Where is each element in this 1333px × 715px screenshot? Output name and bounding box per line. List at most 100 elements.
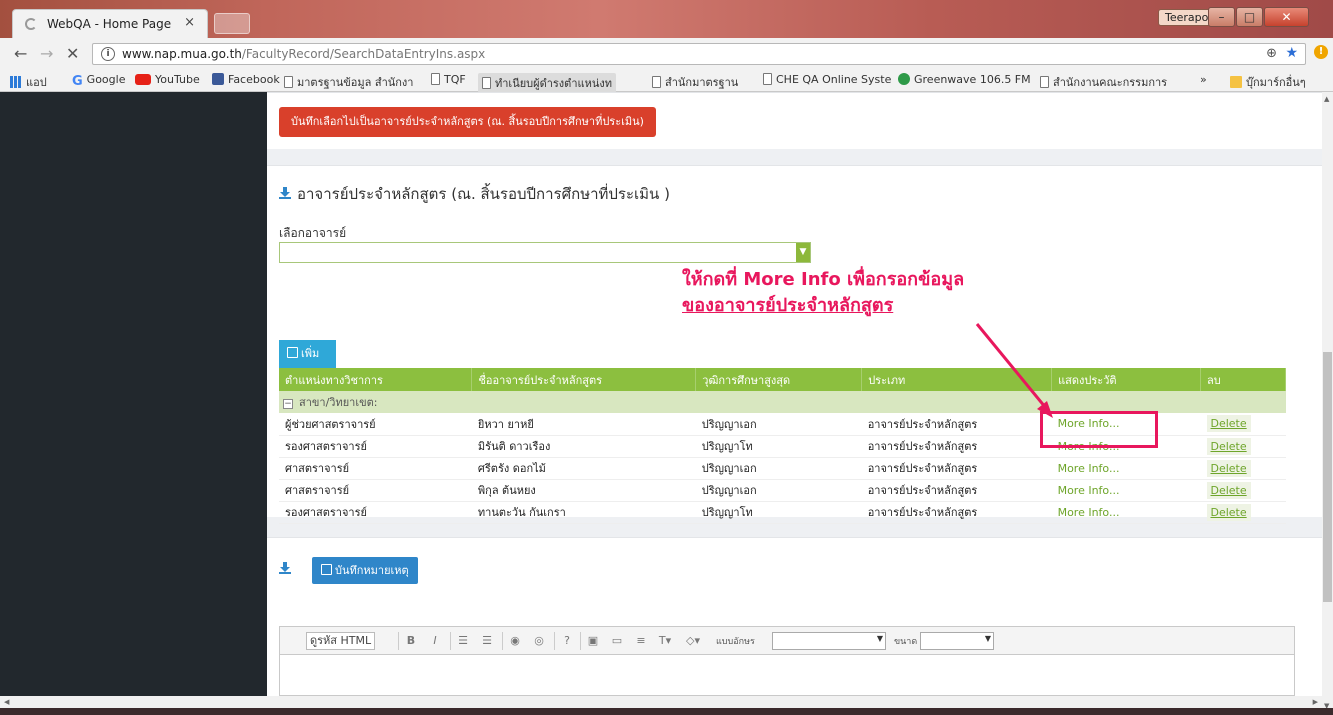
toolbar-separator xyxy=(580,632,581,650)
font-label: แบบอักษร xyxy=(716,637,755,647)
page-icon xyxy=(431,73,440,85)
text-color-icon[interactable]: T▾ xyxy=(656,632,674,650)
bookmark-facebook[interactable]: Facebook xyxy=(212,73,280,86)
bookmark-google[interactable]: G Google xyxy=(72,73,125,89)
scroll-thumb[interactable] xyxy=(1323,352,1332,602)
cell-name: พิกุล ต้นหยง xyxy=(471,479,696,502)
column-header[interactable]: ตำแหน่งทางวิชาการ xyxy=(279,368,473,391)
column-header[interactable]: วุฒิการศึกษาสูงสุด xyxy=(695,368,863,391)
scroll-up-icon[interactable]: ▲ xyxy=(1324,95,1329,103)
group-row: − สาขา/วิทยาเขต: xyxy=(279,391,1286,413)
back-button[interactable]: ← xyxy=(14,44,27,63)
group-label: สาขา/วิทยาเขต: xyxy=(299,396,378,409)
more-info-link[interactable]: More Info... xyxy=(1058,484,1120,497)
window-close-button[interactable]: ✕ xyxy=(1264,7,1309,27)
forward-button[interactable]: → xyxy=(40,44,53,63)
faculty-section-title: อาจารย์ประจำหลักสูตร (ณ. สิ้นรอบปีการศึก… xyxy=(279,182,670,206)
chevron-down-icon[interactable]: ▼ xyxy=(796,243,810,262)
bookmark-standards-office[interactable]: สำนักมาตรฐาน xyxy=(652,73,738,91)
bookmark-tqf[interactable]: TQF xyxy=(431,73,466,86)
size-select[interactable]: ▼ xyxy=(920,632,994,650)
scroll-left-icon[interactable]: ◀ xyxy=(4,698,9,706)
address-bar[interactable]: i www.nap.mua.go.th/FacultyRecord/Search… xyxy=(92,43,1306,65)
chevron-right-icon[interactable]: » xyxy=(1200,73,1207,86)
delete-link[interactable]: Delete xyxy=(1206,459,1251,477)
cell-degree: ปริญญาโท xyxy=(695,435,862,458)
highlight-color-icon[interactable]: ◇▾ xyxy=(684,632,702,650)
collapse-toggle-icon[interactable]: − xyxy=(283,399,293,409)
delete-link[interactable]: Delete xyxy=(1206,503,1251,521)
editor-toolbar: ดูรหัส HTML B I ☰ ☰ ◉ ◎ ? ▣ ▭ ≡ T▾ ◇▾ แบ… xyxy=(280,627,1294,655)
add-faculty-button[interactable]: เพิ่ม xyxy=(279,340,336,368)
cell-degree: ปริญญาโท xyxy=(695,501,862,524)
cell-degree: ปริญญาเอก xyxy=(695,479,862,502)
select-faculty-dropdown[interactable]: ▼ xyxy=(279,242,811,263)
minimize-button[interactable]: – xyxy=(1208,7,1235,27)
horizontal-scrollbar[interactable]: ◀ ▶ xyxy=(0,696,1322,708)
tab-close-icon[interactable]: × xyxy=(184,15,195,30)
delete-link[interactable]: Delete xyxy=(1206,415,1251,433)
more-info-link[interactable]: More Info... xyxy=(1058,506,1120,519)
info-icon[interactable]: i xyxy=(101,47,115,61)
bookmark-star-icon[interactable]: ★ xyxy=(1285,45,1298,61)
ordered-list-icon[interactable]: ☰ xyxy=(454,632,472,650)
bookmark-commission[interactable]: สำนักงานคณะกรรมการ xyxy=(1040,73,1167,91)
size-label: ขนาด xyxy=(894,637,918,647)
cell-degree: ปริญญาเอก xyxy=(695,457,862,480)
select-faculty-label: เลือกอาจารย์ xyxy=(279,226,347,240)
more-info-highlight-box xyxy=(1040,411,1158,448)
column-header[interactable]: ลบ xyxy=(1200,368,1286,391)
scroll-right-icon[interactable]: ▶ xyxy=(1313,698,1318,706)
help-icon[interactable]: ? xyxy=(558,632,576,650)
bold-button[interactable]: B xyxy=(402,632,420,650)
url-text[interactable]: www.nap.mua.go.th/FacultyRecord/SearchDa… xyxy=(122,47,485,61)
extension-alert-icon[interactable]: ! xyxy=(1314,45,1328,59)
cell-position: ผู้ช่วยศาสตราจารย์ xyxy=(279,413,472,436)
toolbar-separator xyxy=(398,632,399,650)
delete-link[interactable]: Delete xyxy=(1206,481,1251,499)
bookmark-other[interactable]: บุ๊กมาร์กอื่นๆ xyxy=(1230,73,1306,91)
table-icon[interactable]: ▭ xyxy=(608,632,626,650)
unordered-list-icon[interactable]: ☰ xyxy=(478,632,496,650)
bookmark-youtube[interactable]: YouTube xyxy=(135,73,200,86)
cell-position: ศาสตราจารย์ xyxy=(279,479,472,502)
annotation-line-1: ให้กดที่ More Info เพื่อกรอกข้อมูล xyxy=(682,269,965,290)
apps-icon xyxy=(10,76,22,88)
new-tab-button[interactable] xyxy=(214,13,250,34)
main-content: บันทึกเลือกไปเป็นอาจารย์ประจำหลักสูตร (ณ… xyxy=(267,92,1322,712)
bookmark-data-standard[interactable]: มาตรฐานข้อมูล สำนักงา xyxy=(284,73,413,91)
bookmark-greenwave[interactable]: Greenwave 106.5 FM xyxy=(898,73,1031,86)
bookmark-che-qa[interactable]: CHE QA Online Syste xyxy=(763,73,891,86)
cell-name: ยิหวา ยาหยี xyxy=(471,413,696,436)
column-header[interactable]: ประเภท xyxy=(861,368,1053,391)
page-icon xyxy=(652,76,661,88)
more-info-link[interactable]: More Info... xyxy=(1058,462,1120,475)
zoom-icon[interactable]: ⊕ xyxy=(1266,46,1277,61)
browser-toolbar: ← → ✕ i www.nap.mua.go.th/FacultyRecord/… xyxy=(0,38,1333,69)
delete-link[interactable]: Delete xyxy=(1206,437,1251,455)
cell-type: อาจารย์ประจำหลักสูตร xyxy=(861,479,1052,502)
cell-name: ทานตะวัน กันเกรา xyxy=(471,501,696,524)
bookmark-directory[interactable]: ทำเนียบผู้ดำรงตำแหน่งท xyxy=(478,73,616,93)
image-icon[interactable]: ▣ xyxy=(584,632,602,650)
unlink-icon[interactable]: ◎ xyxy=(530,632,548,650)
column-header[interactable]: ชื่ออาจารย์ประจำหลักสูตร xyxy=(471,368,697,391)
top-panel: บันทึกเลือกไปเป็นอาจารย์ประจำหลักสูตร (ณ… xyxy=(267,92,1322,149)
horizontal-rule-icon[interactable]: ≡ xyxy=(632,632,650,650)
bookmark-apps[interactable]: แอป xyxy=(10,73,47,91)
note-editor[interactable]: ดูรหัส HTML B I ☰ ☰ ◉ ◎ ? ▣ ▭ ≡ T▾ ◇▾ แบ… xyxy=(279,626,1295,696)
link-icon[interactable]: ◉ xyxy=(506,632,524,650)
browser-tab[interactable]: WebQA - Home Page × xyxy=(12,9,208,38)
font-select[interactable]: ▼ xyxy=(772,632,886,650)
stop-button[interactable]: ✕ xyxy=(66,44,79,63)
save-note-button[interactable]: บันทึกหมายเหตุ xyxy=(312,557,418,584)
table-row: รองศาสตราจารย์ ทานตะวัน กันเกรา ปริญญาโท… xyxy=(279,501,1286,524)
page-icon xyxy=(1040,76,1049,88)
save-selected-faculty-button[interactable]: บันทึกเลือกไปเป็นอาจารย์ประจำหลักสูตร (ณ… xyxy=(279,107,656,137)
page-icon xyxy=(763,73,772,85)
vertical-scrollbar[interactable]: ▲ ▼ xyxy=(1322,92,1333,712)
html-code-button[interactable]: ดูรหัส HTML xyxy=(306,632,376,650)
maximize-button[interactable]: □ xyxy=(1236,7,1263,27)
italic-button[interactable]: I xyxy=(426,632,444,650)
column-header[interactable]: แสดงประวัติ xyxy=(1051,368,1201,391)
